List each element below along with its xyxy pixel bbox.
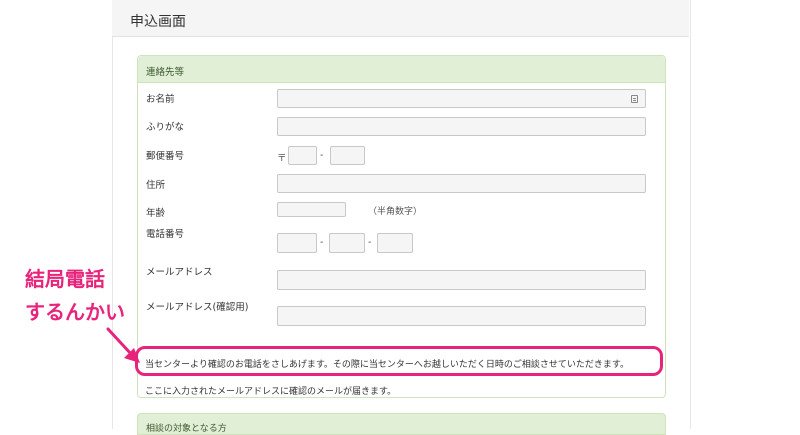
postal-label: 郵便番号 <box>146 151 185 162</box>
phone-separator-1: - <box>320 237 324 248</box>
email-input[interactable] <box>277 270 646 290</box>
age-label: 年齢 <box>146 208 166 219</box>
annotation-arrow-icon <box>106 327 140 363</box>
postal-prefix: 〒 <box>277 153 287 164</box>
postal-separator: - <box>320 150 324 161</box>
contact-panel-heading: 連絡先等 <box>138 56 665 83</box>
postal-input-2[interactable] <box>330 146 365 165</box>
next-panel-heading: 相談の対象となる方 <box>137 413 666 435</box>
email-confirm-label: メールアドレス(確認用) <box>146 302 249 313</box>
furigana-label: ふりがな <box>146 122 185 133</box>
contact-heading-text: 連絡先等 <box>146 67 185 78</box>
age-hint: （半角数字） <box>368 207 423 217</box>
next-heading-text: 相談の対象となる方 <box>146 424 227 434</box>
email-label: メールアドレス <box>146 267 213 278</box>
annotation-line-1: 結局電話 <box>25 267 105 291</box>
contact-card-icon[interactable] <box>631 95 638 103</box>
highlight-box <box>135 346 663 376</box>
phone-input-2[interactable] <box>329 233 365 253</box>
page-header: 申込画面 <box>112 0 689 37</box>
phone-separator-2: - <box>368 237 372 248</box>
name-label: お名前 <box>146 94 175 105</box>
email-confirmation-note: ここに入力されたメールアドレスに確認のメールが届きます。 <box>145 387 397 397</box>
annotation-line-2: するんかい <box>25 300 125 324</box>
phone-input-1[interactable] <box>277 233 317 253</box>
phone-input-3[interactable] <box>377 233 413 253</box>
email-confirm-input[interactable] <box>277 306 646 326</box>
address-input[interactable] <box>277 174 646 193</box>
phone-label: 電話番号 <box>146 229 185 240</box>
furigana-input[interactable] <box>277 117 646 136</box>
address-label: 住所 <box>146 180 166 191</box>
page-title: 申込画面 <box>130 14 186 30</box>
age-input[interactable] <box>277 202 346 217</box>
postal-input-1[interactable] <box>288 146 317 165</box>
name-input[interactable] <box>277 89 646 108</box>
